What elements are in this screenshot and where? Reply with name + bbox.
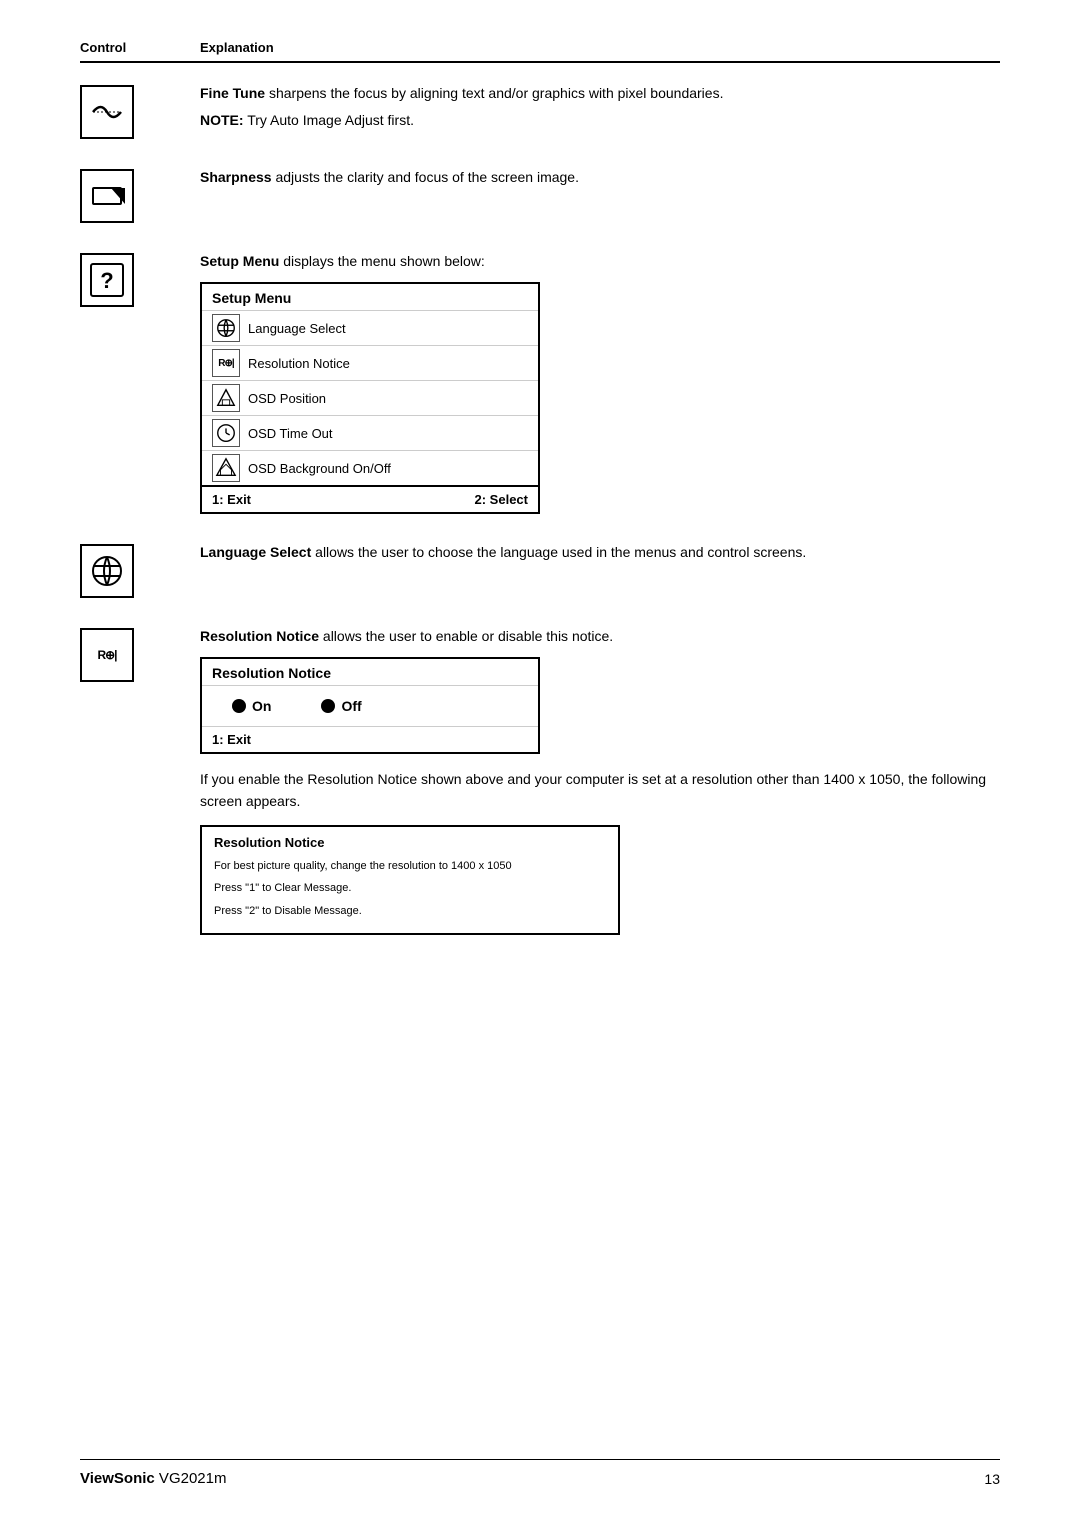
resolution-off-label: Off (341, 698, 361, 714)
sharpness-text: Sharpness adjusts the clarity and focus … (200, 167, 1000, 194)
setup-menu-item-osd-position: OSD Position (202, 380, 538, 415)
resolution-notice-footer: 1: Exit (202, 727, 538, 752)
radio-off-dot (321, 699, 335, 713)
resolution-notice-text: Resolution Notice allows the user to ena… (200, 626, 1000, 935)
osd-background-icon (212, 454, 240, 482)
sharpness-row: Sharpness adjusts the clarity and focus … (80, 167, 1000, 223)
resolution-info-line2: Press "1" to Clear Message. (214, 880, 606, 897)
fine-tune-desc: sharpens the focus by aligning text and/… (265, 85, 723, 101)
globe-icon (212, 314, 240, 342)
resolution-on-label: On (252, 698, 271, 714)
resolution-notice-desc: allows the user to enable or disable thi… (319, 628, 613, 644)
setup-menu-item-osd-bg: OSD Background On/Off (202, 450, 538, 485)
fine-tune-icon (80, 85, 134, 139)
resolution-notice-label: Resolution Notice (248, 356, 350, 371)
language-select-row: Language Select allows the user to choos… (80, 542, 1000, 598)
header-explanation: Explanation (200, 40, 274, 55)
language-select-desc: allows the user to choose the language u… (311, 544, 806, 560)
radio-on-dot (232, 699, 246, 713)
brand-name: ViewSonic (80, 1470, 155, 1487)
sharpness-icon (80, 169, 134, 223)
resolution-notice-body-text: If you enable the Resolution Notice show… (200, 768, 1000, 813)
fine-tune-icon-cell (80, 83, 200, 139)
fine-tune-text: Fine Tune sharpens the focus by aligning… (200, 83, 1000, 137)
resolution-notice-bold-label: Resolution Notice (200, 628, 319, 644)
setup-menu-text: Setup Menu displays the menu shown below… (200, 251, 1000, 514)
setup-menu-icon-cell: ? (80, 251, 200, 307)
fine-tune-note: NOTE: Try Auto Image Adjust first. (200, 110, 1000, 131)
page-number: 13 (984, 1471, 1000, 1487)
resolution-info-line1: For best picture quality, change the res… (214, 858, 606, 875)
setup-menu-exit: 1: Exit (212, 492, 251, 507)
resolution-notice-exit: 1: Exit (212, 732, 251, 747)
setup-menu-label: Setup Menu (200, 253, 279, 269)
osd-position-icon (212, 384, 240, 412)
language-select-text: Language Select allows the user to choos… (200, 542, 1000, 569)
setup-menu-footer: 1: Exit 2: Select (202, 485, 538, 512)
sharpness-label: Sharpness (200, 169, 272, 185)
setup-menu-item-resolution: R⊕| Resolution Notice (202, 345, 538, 380)
resolution-notice-box: Resolution Notice On Off 1: Exit (200, 657, 540, 754)
resolution-on-option: On (232, 698, 271, 714)
setup-menu-desc: displays the menu shown below: (279, 253, 484, 269)
setup-menu-item-osd-timeout: OSD Time Out (202, 415, 538, 450)
setup-menu-box: Setup Menu Language Select R⊕| Res (200, 282, 540, 514)
header-control: Control (80, 40, 200, 55)
sharpness-icon-cell (80, 167, 200, 223)
language-select-icon (80, 544, 134, 598)
language-select-icon-cell (80, 542, 200, 598)
table-header: Control Explanation (80, 40, 1000, 63)
resolution-notice-menu-icon: R⊕| (212, 349, 240, 377)
language-select-bold-label: Language Select (200, 544, 311, 560)
setup-menu-row: ? Setup Menu displays the menu shown bel… (80, 251, 1000, 514)
footer-brand-text: ViewSonic VG2021m (80, 1470, 226, 1487)
setup-menu-icon: ? (80, 253, 134, 307)
resolution-notice-row: R⊕| Resolution Notice allows the user to… (80, 626, 1000, 935)
osd-position-label: OSD Position (248, 391, 326, 406)
svg-text:?: ? (100, 268, 113, 293)
resolution-info-box: Resolution Notice For best picture quali… (200, 825, 620, 936)
resolution-notice-options: On Off (202, 685, 538, 727)
osd-timeout-icon (212, 419, 240, 447)
osd-background-label: OSD Background On/Off (248, 461, 391, 476)
setup-menu-box-title: Setup Menu (202, 284, 538, 310)
resolution-info-title: Resolution Notice (214, 835, 606, 850)
resolution-off-option: Off (321, 698, 361, 714)
language-select-label: Language Select (248, 321, 346, 336)
sharpness-desc: adjusts the clarity and focus of the scr… (272, 169, 579, 185)
fine-tune-label: Fine Tune (200, 85, 265, 101)
resolution-notice-icon: R⊕| (80, 628, 134, 682)
resolution-notice-icon-cell: R⊕| (80, 626, 200, 682)
setup-menu-select: 2: Select (475, 492, 528, 507)
setup-menu-item-language: Language Select (202, 310, 538, 345)
resolution-info-content: For best picture quality, change the res… (214, 858, 606, 920)
resolution-notice-box-title: Resolution Notice (202, 659, 538, 685)
resolution-info-line3: Press "2" to Disable Message. (214, 903, 606, 920)
fine-tune-row: Fine Tune sharpens the focus by aligning… (80, 83, 1000, 139)
osd-timeout-label: OSD Time Out (248, 426, 333, 441)
page-footer: ViewSonic VG2021m 13 (80, 1459, 1000, 1487)
